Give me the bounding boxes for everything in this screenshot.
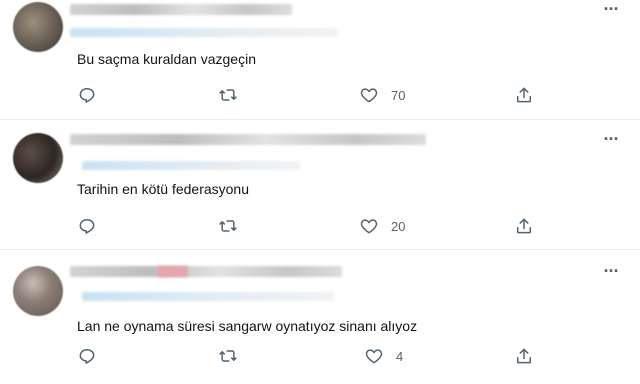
more-icon[interactable]: ···: [602, 130, 620, 152]
user-handle-blurred: [70, 28, 338, 37]
like-icon: [365, 349, 383, 364]
avatar[interactable]: [13, 2, 63, 52]
share-button[interactable]: [514, 85, 534, 105]
share-button[interactable]: [514, 346, 534, 366]
user-name-blurred[interactable]: [70, 4, 292, 15]
like-count: 70: [391, 87, 406, 103]
retweet-button[interactable]: [218, 216, 238, 236]
tweet-feed: ··· Bu saçma kuraldan vazgeçin 70 ··· Ta…: [0, 0, 640, 384]
more-icon[interactable]: ···: [602, 0, 620, 22]
reply-icon: [79, 349, 95, 364]
retweet-icon: [219, 220, 237, 232]
tweet-text: Lan ne oynama süresi sangarw oynatıyoz s…: [77, 318, 418, 334]
user-badge-blurred: [158, 266, 188, 277]
reply-icon: [79, 219, 95, 234]
retweet-button[interactable]: [218, 346, 238, 366]
share-icon: [517, 218, 531, 234]
avatar[interactable]: [13, 266, 63, 316]
tweet[interactable]: ··· Lan ne oynama süresi sangarw oynatıy…: [0, 250, 640, 384]
like-count: 20: [391, 218, 406, 234]
user-handle-blurred: [82, 292, 334, 301]
tweet-actions: 20: [77, 216, 547, 236]
like-count: 4: [396, 348, 404, 364]
like-button[interactable]: 20: [359, 216, 405, 236]
user-name-blurred[interactable]: [70, 266, 342, 277]
tweet[interactable]: ··· Tarihin en kötü federasyonu 20: [0, 120, 640, 249]
avatar[interactable]: [13, 133, 63, 183]
share-icon: [517, 348, 531, 364]
tweet-actions: 70: [77, 85, 547, 105]
tweet-actions: 4: [77, 346, 547, 366]
more-icon[interactable]: ···: [602, 262, 620, 284]
user-handle-blurred: [82, 161, 300, 170]
tweet-text: Bu saçma kuraldan vazgeçin: [77, 51, 256, 67]
like-button[interactable]: 70: [359, 85, 405, 105]
reply-button[interactable]: [77, 85, 97, 105]
retweet-icon: [219, 350, 237, 362]
user-name-blurred[interactable]: [70, 134, 426, 145]
retweet-button[interactable]: [218, 85, 238, 105]
reply-button[interactable]: [77, 346, 97, 366]
retweet-icon: [219, 89, 237, 101]
like-icon: [360, 219, 378, 234]
share-icon: [517, 87, 531, 103]
like-icon: [360, 88, 378, 103]
share-button[interactable]: [514, 216, 534, 236]
like-button[interactable]: 4: [364, 346, 403, 366]
reply-icon: [79, 88, 95, 103]
tweet[interactable]: ··· Bu saçma kuraldan vazgeçin 70: [0, 0, 640, 119]
tweet-text: Tarihin en kötü federasyonu: [77, 181, 249, 197]
reply-button[interactable]: [77, 216, 97, 236]
